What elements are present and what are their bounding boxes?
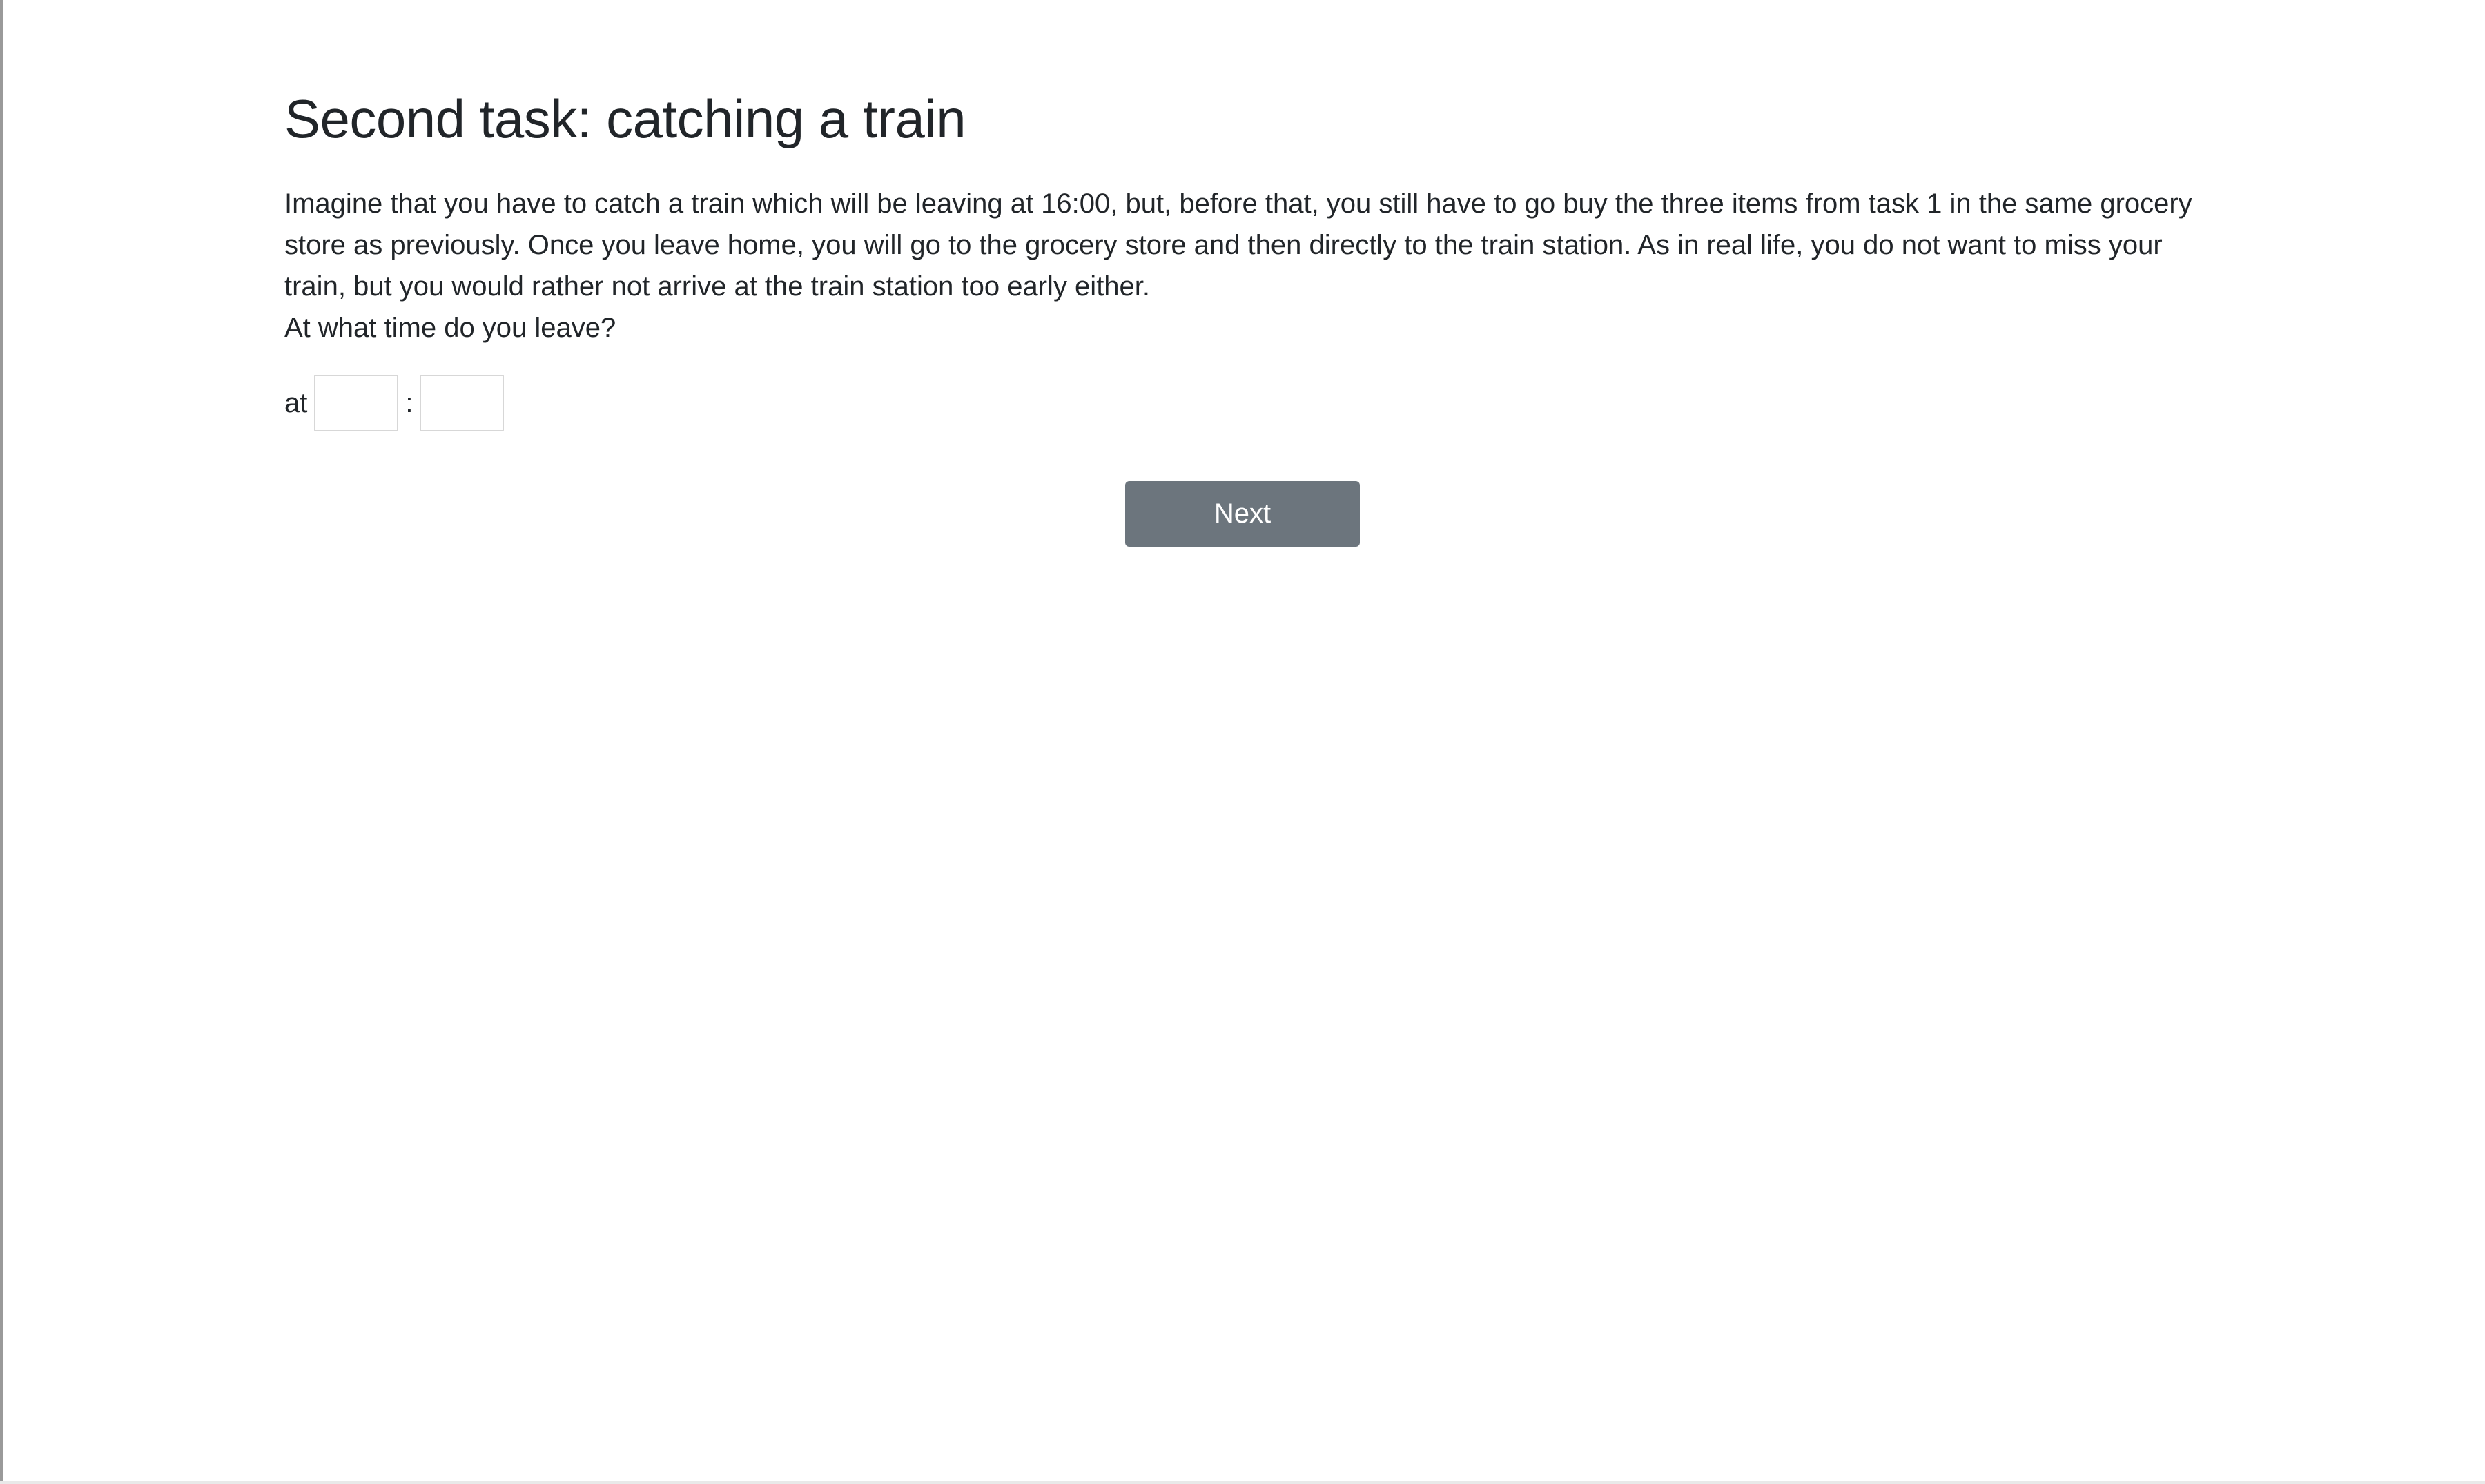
window-left-border [0,0,3,1483]
task-question: At what time do you leave? [284,313,616,343]
task-paragraph: Imagine that you have to catch a train w… [284,188,2192,302]
hours-input[interactable] [314,375,399,431]
time-separator: : [405,387,413,418]
task-description: Imagine that you have to catch a train w… [284,183,2210,349]
minutes-input[interactable] [420,375,505,431]
page-title: Second task: catching a train [284,88,966,149]
time-prefix-label: at [284,387,308,418]
window-bottom-border [0,1481,2485,1484]
departure-time-row: at : [284,373,505,433]
next-button[interactable]: Next [1125,481,1360,547]
